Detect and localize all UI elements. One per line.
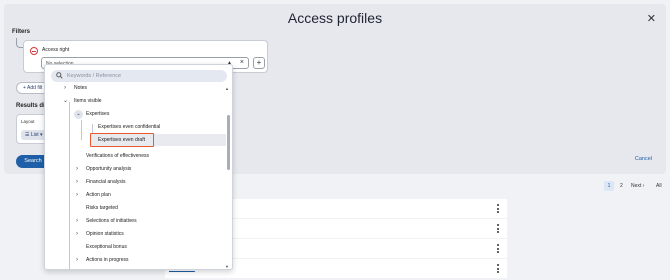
more-vertical-icon[interactable]: [497, 244, 499, 253]
chevron-right-icon[interactable]: ›: [76, 215, 78, 227]
chevron-right-icon[interactable]: ›: [76, 163, 78, 175]
tree-item-verifications[interactable]: Verifications of effectiveness: [86, 150, 149, 162]
scroll-up-icon[interactable]: ▲: [225, 86, 229, 91]
tree-item-items-visible[interactable]: Items visible: [74, 95, 102, 107]
scrollbar[interactable]: [227, 115, 230, 170]
chevron-right-icon[interactable]: ›: [76, 189, 78, 201]
more-vertical-icon[interactable]: [497, 224, 499, 233]
access-right-label: Access right: [42, 47, 70, 53]
tree-item-risks[interactable]: Risks targeted: [86, 202, 118, 214]
remove-filter-icon[interactable]: [30, 47, 38, 55]
more-vertical-icon[interactable]: [497, 264, 499, 273]
tree-item-financial[interactable]: Financial analysis: [86, 176, 125, 188]
cancel-button[interactable]: Cancel: [635, 156, 652, 162]
chevron-right-icon[interactable]: ›: [76, 254, 78, 266]
tree-item-selections[interactable]: Selections of initiatives: [86, 215, 137, 227]
all-pages-button[interactable]: All: [656, 181, 662, 191]
chevron-right-icon[interactable]: ›: [76, 228, 78, 240]
modal-title: Access profiles: [287, 10, 383, 26]
tree-item-notes[interactable]: Notes: [74, 82, 87, 94]
page-2-button[interactable]: 2: [620, 181, 623, 191]
access-right-dropdown: ▲ ▼ › Notes ⌄ Items visible ⌄ Expertises…: [44, 64, 233, 270]
tree-item-expertises[interactable]: Expertises: [86, 108, 109, 120]
dropdown-search: [51, 70, 227, 82]
search-icon: [56, 72, 63, 79]
tree-item-exceptional-bonus[interactable]: Exceptional bonus: [86, 241, 127, 253]
chevron-right-icon[interactable]: ›: [64, 82, 66, 94]
chevron-down-icon[interactable]: ⌄: [74, 110, 83, 119]
page-1-button[interactable]: 1: [604, 181, 614, 191]
tree-item-actions-progress[interactable]: Actions in progress: [86, 254, 129, 266]
more-vertical-icon[interactable]: [497, 204, 499, 213]
close-icon[interactable]: ✕: [647, 12, 656, 25]
tree-item-expertises-confidential[interactable]: Expertises even confidential: [98, 121, 160, 133]
tree-item-opportunity[interactable]: Opportunity analysis: [86, 163, 131, 175]
tree-item-action-plan[interactable]: Action plan: [86, 189, 111, 201]
tree-item-expertises-draft[interactable]: Expertises even draft: [98, 134, 145, 146]
layout-label: Layout: [21, 119, 35, 124]
tree-guide-line: [69, 102, 70, 269]
scroll-down-icon[interactable]: ▼: [225, 264, 229, 269]
clear-icon[interactable]: ×: [240, 59, 244, 66]
search-input[interactable]: [67, 70, 217, 82]
filters-label: Filters: [12, 29, 31, 35]
next-page-button[interactable]: Next ›: [631, 181, 644, 191]
add-value-button[interactable]: +: [253, 57, 265, 69]
tree-item-opinion-stats[interactable]: Opinion statistics: [86, 228, 124, 240]
chevron-down-icon[interactable]: ⌄: [63, 95, 68, 107]
chevron-right-icon[interactable]: ›: [76, 176, 78, 188]
tree-guide-line: [81, 120, 82, 140]
